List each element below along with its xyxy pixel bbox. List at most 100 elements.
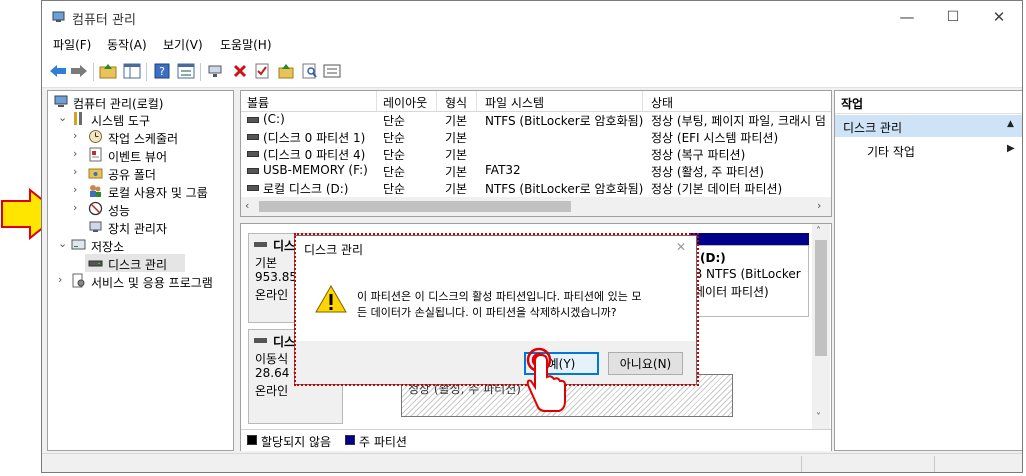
volume-row[interactable]: USB-MEMORY (F:) 단순 기본 FAT32 정상 (활성, 주 파티션) xyxy=(241,162,831,179)
warning-icon xyxy=(315,284,347,313)
tree-item-storage[interactable]: ⌄ 저장소 xyxy=(48,236,233,254)
volume-name: (C:) xyxy=(263,112,285,126)
volume-filesystem: NTFS (BitLocker로 암호화됨) xyxy=(485,182,644,196)
tree-item-task-scheduler[interactable]: › 작업 스케줄러 xyxy=(48,128,233,146)
tree-item-root[interactable]: 컴퓨터 관리(로컬) xyxy=(48,93,233,111)
actions-pane: 작업 디스크 관리 ▲ 기타 작업 ▶ xyxy=(834,90,1022,451)
menu-bar: 파일(F) 동작(A) 보기(V) 도움말(H) xyxy=(42,33,1022,55)
disk-1-name: 디스 xyxy=(273,335,296,349)
submenu-arrow-icon[interactable]: ▶ xyxy=(1007,143,1015,154)
column-layout[interactable]: 레이아웃 xyxy=(383,94,427,111)
search-icon[interactable] xyxy=(300,61,320,81)
tree-item-disk-management[interactable]: 디스크 관리 xyxy=(48,254,233,272)
scroll-left-icon[interactable]: ‹ xyxy=(245,199,249,212)
column-type[interactable]: 형식 xyxy=(445,94,467,111)
scroll-thumb[interactable] xyxy=(259,201,571,212)
dialog-titlebar: 디스크 관리 ✕ xyxy=(295,236,696,261)
dialog-title: 디스크 관리 xyxy=(304,243,364,257)
legend-unallocated-swatch xyxy=(247,435,257,445)
legend-unallocated-label: 할당되지 않음 xyxy=(261,435,332,449)
scroll-thumb[interactable] xyxy=(815,240,827,356)
check-icon[interactable] xyxy=(252,61,272,81)
tools-icon xyxy=(74,112,82,125)
shared-folder-icon xyxy=(88,168,103,179)
volume-type: 기본 xyxy=(445,165,468,179)
volume-type: 기본 xyxy=(445,114,468,128)
legend: 할당되지 않음 주 파티션 xyxy=(241,429,831,451)
column-filesystem[interactable]: 파일 시스템 xyxy=(485,94,544,111)
dialog-close-button[interactable]: ✕ xyxy=(676,240,686,254)
show-tree-icon[interactable] xyxy=(122,61,142,81)
column-status[interactable]: 상태 xyxy=(651,94,673,111)
help-icon[interactable]: ? xyxy=(152,61,172,81)
volume-layout: 단순 xyxy=(383,182,406,196)
scroll-down-icon[interactable]: ˅ xyxy=(816,412,821,423)
forward-icon[interactable] xyxy=(69,61,89,81)
actions-header: 작업 xyxy=(835,91,1022,114)
horizontal-scrollbar[interactable]: ‹ › xyxy=(241,197,831,216)
tree-item-shared-folders[interactable]: › 공유 폴더 xyxy=(48,164,233,182)
actions-title: 작업 xyxy=(841,97,864,111)
menu-help[interactable]: 도움말(H) xyxy=(220,36,272,53)
partition-d-status: 데이터 파티션) xyxy=(694,285,769,299)
volume-status: 정상 (EFI 시스템 파티션) xyxy=(651,131,779,145)
delete-icon[interactable] xyxy=(230,61,250,81)
volume-name: USB-MEMORY (F:) xyxy=(263,163,368,177)
chevron-right-icon[interactable]: › xyxy=(73,147,83,160)
volume-icon xyxy=(247,117,259,123)
menu-action[interactable]: 동작(A) xyxy=(107,36,147,53)
tree-item-system-tools[interactable]: ⌄ 시스템 도구 xyxy=(48,110,233,128)
menu-view[interactable]: 보기(V) xyxy=(163,36,203,53)
chevron-right-icon[interactable]: › xyxy=(58,273,68,286)
tree-item-services[interactable]: › 서비스 및 응용 프로그램 xyxy=(48,272,233,290)
dialog-message-line1: 이 파티션은 이 디스크의 활성 파티션입니다. 파티션에 있는 모 xyxy=(357,290,642,303)
back-icon[interactable] xyxy=(48,61,68,81)
disk-icon xyxy=(254,242,267,247)
tree-item-local-users[interactable]: › 로컬 사용자 및 그룹 xyxy=(48,182,233,200)
volume-row[interactable]: 로컬 디스크 (D:) 단순 기본 NTFS (BitLocker로 암호화됨) 정상 … xyxy=(241,179,831,196)
chevron-right-icon[interactable]: › xyxy=(73,201,83,214)
up-folder-icon[interactable] xyxy=(98,61,118,81)
volume-row[interactable]: (디스크 0 파티션 1) 단순 기본 정상 (EFI 시스템 파티션) xyxy=(241,128,831,145)
chevron-right-icon[interactable]: › xyxy=(73,129,83,142)
chevron-down-icon[interactable]: ⌄ xyxy=(58,111,68,124)
tree-item-device-manager[interactable]: 장치 관리자 xyxy=(48,218,233,236)
vertical-scrollbar[interactable]: ˄ ˅ xyxy=(812,224,830,429)
tree-label: 로컬 사용자 및 그룹 xyxy=(108,186,208,200)
tree-item-performance[interactable]: › 성능 xyxy=(48,200,233,218)
storage-icon xyxy=(71,239,86,250)
maximize-button[interactable]: ☐ xyxy=(930,1,976,33)
legend-primary-label: 주 파티션 xyxy=(359,435,407,449)
connect-icon[interactable] xyxy=(206,61,226,81)
volume-status: 정상 (부팅, 페이지 파일, 크래시 덤 xyxy=(651,114,826,128)
partition-d[interactable]: (D:) B NTFS (BitLocker 데이터 파티션) xyxy=(689,245,809,317)
scroll-up-icon[interactable]: ˄ xyxy=(816,226,821,237)
volume-row[interactable]: (C:) 단순 기본 NTFS (BitLocker로 암호화됨) 정상 (부팅, 페이… xyxy=(241,111,831,128)
performance-icon xyxy=(88,201,103,216)
menu-file[interactable]: 파일(F) xyxy=(53,36,91,53)
disk-0-name: 디스 xyxy=(273,239,296,253)
actions-more[interactable]: 기타 작업 ▶ xyxy=(835,141,1022,161)
minimize-button[interactable]: — xyxy=(884,1,930,33)
computer-management-icon xyxy=(54,95,68,107)
close-button[interactable]: ✕ xyxy=(976,1,1022,33)
tree-item-event-viewer[interactable]: › 이벤트 뷰어 xyxy=(48,146,233,164)
no-button[interactable]: 아니요(N) xyxy=(608,352,683,375)
legend-primary-swatch xyxy=(345,435,355,445)
actions-section-disk-management[interactable]: 디스크 관리 ▲ xyxy=(835,115,1022,137)
actions-more-label: 기타 작업 xyxy=(867,145,915,159)
export-icon[interactable] xyxy=(276,61,296,81)
scroll-right-icon[interactable]: › xyxy=(817,199,821,212)
tree-label: 성능 xyxy=(108,204,131,218)
new-icon[interactable] xyxy=(322,61,342,81)
volume-row[interactable]: (디스크 0 파티션 4) 단순 기본 정상 (복구 파티션) xyxy=(241,145,831,162)
chevron-down-icon[interactable]: ⌄ xyxy=(58,237,68,250)
volume-layout: 단순 xyxy=(383,148,406,162)
chevron-right-icon[interactable]: › xyxy=(73,165,83,178)
pointer-hand-icon xyxy=(526,347,566,412)
properties-icon[interactable] xyxy=(176,61,196,81)
collapse-up-icon[interactable]: ▲ xyxy=(1007,119,1014,129)
column-volume[interactable]: 볼륨 xyxy=(247,94,269,111)
chevron-right-icon[interactable]: › xyxy=(73,183,83,196)
volume-icon xyxy=(247,134,259,140)
